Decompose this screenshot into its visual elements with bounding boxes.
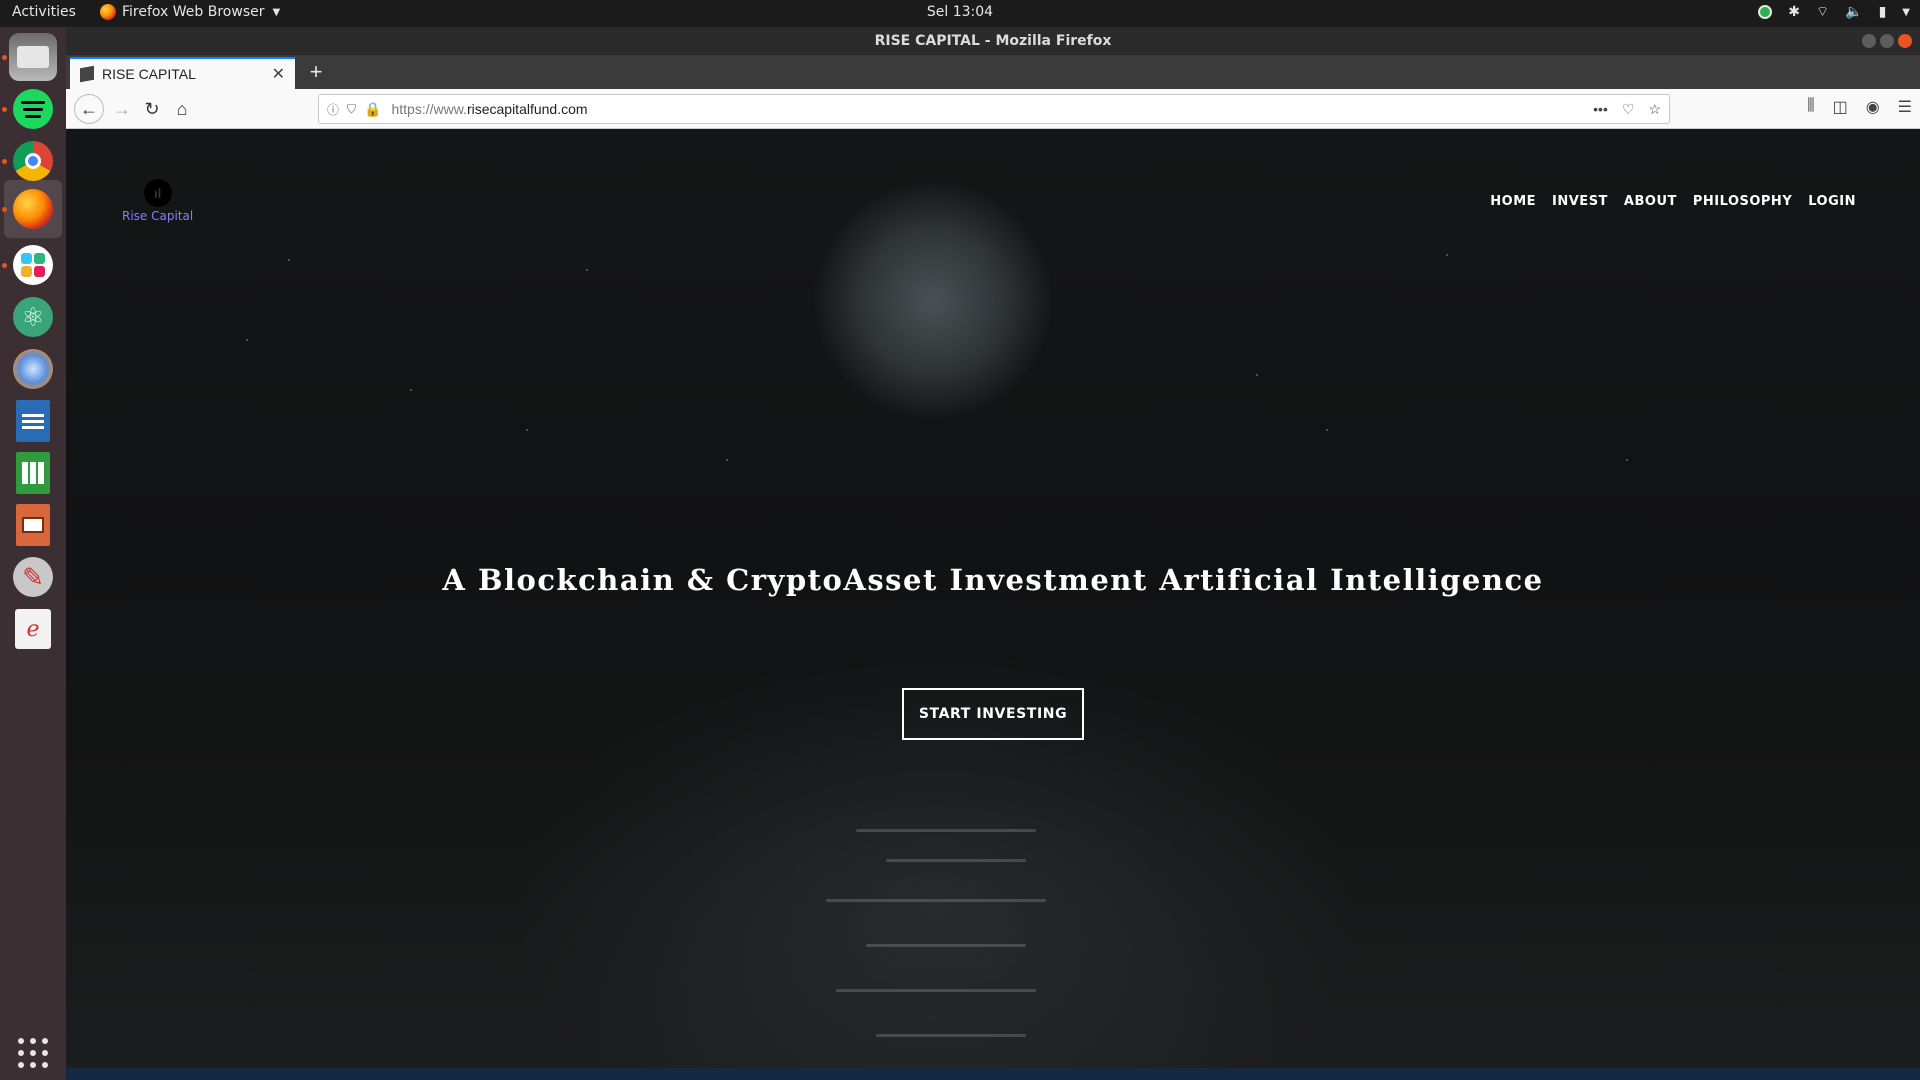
back-button[interactable]: ← [74,94,104,124]
battery-icon[interactable]: ▮ [1879,4,1887,20]
wifi-icon[interactable]: ⌔ [1816,3,1829,21]
system-tray[interactable]: ✱ ⌔ 🔈 ▮ ▼ [1758,3,1910,21]
tracking-shield-icon[interactable]: ⛉ [347,102,356,117]
spotify-icon[interactable] [9,85,57,133]
chrome-icon[interactable] [9,137,57,185]
page-bottom-strip [66,1068,1920,1080]
account-icon[interactable]: ◉ [1866,97,1880,117]
reload-button[interactable]: ↻ [138,95,166,123]
show-applications-icon[interactable] [18,1038,48,1068]
web-page: ıl Rise Capital HOME INVEST ABOUT PHILOS… [66,129,1920,1080]
navigation-toolbar: ← → ↻ ⌂ ⓘ ⛉ 🔒 https://www. risecapitalfun… [66,89,1920,129]
nav-login[interactable]: LOGIN [1808,194,1856,209]
url-domain: risecapitalfund.com [466,101,588,117]
site-nav: HOME INVEST ABOUT PHILOSOPHY LOGIN [1490,194,1856,209]
sidebar-icon[interactable]: ◫ [1833,97,1848,117]
document-viewer-icon[interactable]: ℯ [9,605,57,653]
url-bar[interactable]: ⓘ ⛉ 🔒 https://www. risecapitalfund.com ••… [318,94,1670,124]
system-settings-icon[interactable] [9,345,57,393]
close-tab-icon[interactable]: ✕ [272,64,285,84]
info-icon[interactable]: ⓘ [327,101,339,118]
clock[interactable]: Sel 13:04 [0,4,1920,20]
volume-icon[interactable]: 🔈 [1845,4,1862,20]
window-title: RISE CAPITAL - Mozilla Firefox [874,33,1112,49]
chevron-down-icon[interactable]: ▼ [1902,7,1910,18]
pocket-icon[interactable]: ♡ [1622,101,1635,118]
nav-home[interactable]: HOME [1490,194,1536,209]
calc-icon[interactable] [9,449,57,497]
slack-icon[interactable] [9,241,57,289]
slack-tray-icon[interactable]: ✱ [1788,4,1800,20]
firefox-dock-icon[interactable] [4,180,62,238]
start-investing-button[interactable]: START INVESTING [902,688,1084,740]
site-favicon-icon [80,65,94,83]
bookmark-star-icon[interactable]: ☆ [1648,101,1661,118]
spotify-tray-icon[interactable] [1758,5,1773,19]
site-logo[interactable]: ıl Rise Capital [122,179,193,223]
maximize-icon[interactable] [1880,34,1894,48]
tools-icon[interactable]: ✎ [9,553,57,601]
forward-button[interactable]: → [108,95,136,123]
window-title-bar: RISE CAPITAL - Mozilla Firefox [66,27,1920,55]
files-icon[interactable] [9,33,57,81]
tab-strip: RISE CAPITAL ✕ + [66,55,1920,89]
impress-icon[interactable] [9,501,57,549]
hero-headline: A Blockchain & CryptoAsset Investment Ar… [442,563,1544,597]
minimize-icon[interactable] [1862,34,1876,48]
library-icon[interactable]: ⫼ [1807,97,1814,117]
lock-icon[interactable]: 🔒 [364,101,381,118]
reload-icon: ↻ [144,98,160,119]
tab-rise-capital[interactable]: RISE CAPITAL ✕ [70,57,295,89]
page-actions-icon[interactable]: ••• [1593,101,1608,118]
close-window-icon[interactable] [1898,34,1912,48]
arrow-left-icon: ← [80,98,98,119]
nav-invest[interactable]: INVEST [1552,194,1608,209]
logo-text: Rise Capital [122,209,194,223]
nav-about[interactable]: ABOUT [1624,194,1677,209]
home-button[interactable]: ⌂ [168,95,196,123]
writer-icon[interactable] [9,397,57,445]
menu-icon[interactable]: ☰ [1898,97,1912,117]
logo-mark-icon: ıl [143,179,172,207]
dock: ⚛ ✎ ℯ [0,27,66,1080]
url-protocol: https://www. [391,101,467,117]
nav-philosophy[interactable]: PHILOSOPHY [1693,194,1792,209]
gnome-top-bar: Activities Firefox Web Browser ▼ Sel 13:… [0,0,1920,27]
home-icon: ⌂ [176,98,188,119]
atom-icon[interactable]: ⚛ [9,293,57,341]
new-tab-button[interactable]: + [302,59,330,85]
tab-title: RISE CAPITAL [102,66,196,82]
arrow-right-icon: → [113,98,131,119]
